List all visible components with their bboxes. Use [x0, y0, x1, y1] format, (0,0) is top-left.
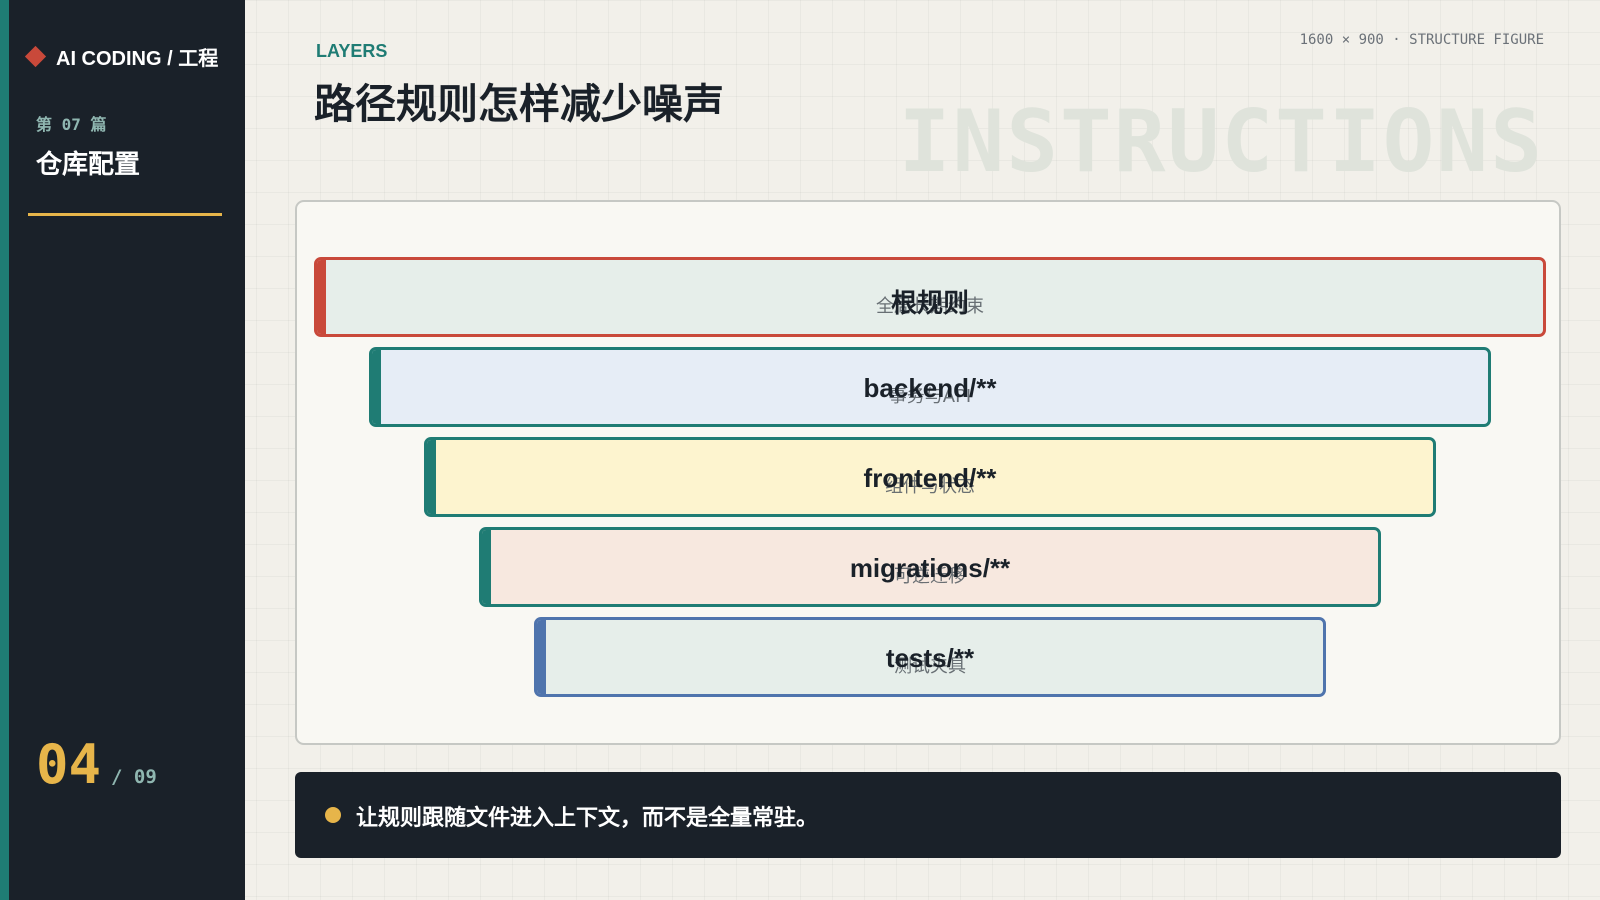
figure-meta: 1600 × 900 · STRUCTURE FIGURE	[1299, 32, 1544, 48]
layer-label: tests/**	[885, 643, 975, 673]
layers-diagram-panel: 全局长期约束 根规则 事务与API backend/** 组件与状态 front…	[295, 200, 1561, 745]
chapter-number: 第 07 篇	[36, 115, 107, 134]
sidebar-divider	[28, 213, 222, 216]
bullet-dot-icon	[325, 807, 341, 823]
layer-tests: 测试夹具 tests/**	[534, 617, 1326, 697]
layer-migrations: 可逆迁移 migrations/**	[479, 527, 1381, 607]
layer-label: frontend/**	[863, 463, 997, 493]
chapter-title: 仓库配置	[36, 150, 141, 180]
brand-title: AI CODING / 工程	[56, 48, 219, 70]
page-current: 04	[36, 733, 102, 796]
diamond-logo-icon	[24, 45, 47, 68]
brand: AI CODING / 工程	[24, 42, 219, 71]
layer-backend: 事务与API backend/**	[369, 347, 1491, 427]
section-eyebrow: LAYERS	[316, 41, 388, 61]
sidebar: AI CODING / 工程 第 07 篇 仓库配置 04 / 09	[0, 0, 245, 900]
page-total: / 09	[111, 766, 157, 788]
takeaway-banner: 让规则跟随文件进入上下文，而不是全量常驻。	[295, 772, 1561, 858]
background-watermark: INSTRUCTIONS	[898, 92, 1544, 192]
layer-root-rules: 全局长期约束 根规则	[314, 257, 1546, 337]
layer-label: 根规则	[890, 288, 969, 318]
layer-label: migrations/**	[849, 553, 1011, 583]
page-indicator: 04 / 09	[36, 738, 157, 792]
sidebar-accent-edge	[0, 0, 9, 900]
layer-frontend: 组件与状态 frontend/**	[424, 437, 1436, 517]
takeaway-text: 让规则跟随文件进入上下文，而不是全量常驻。	[356, 806, 819, 831]
page-title: 路径规则怎样减少噪声	[314, 80, 724, 128]
layer-label: backend/**	[863, 373, 997, 403]
